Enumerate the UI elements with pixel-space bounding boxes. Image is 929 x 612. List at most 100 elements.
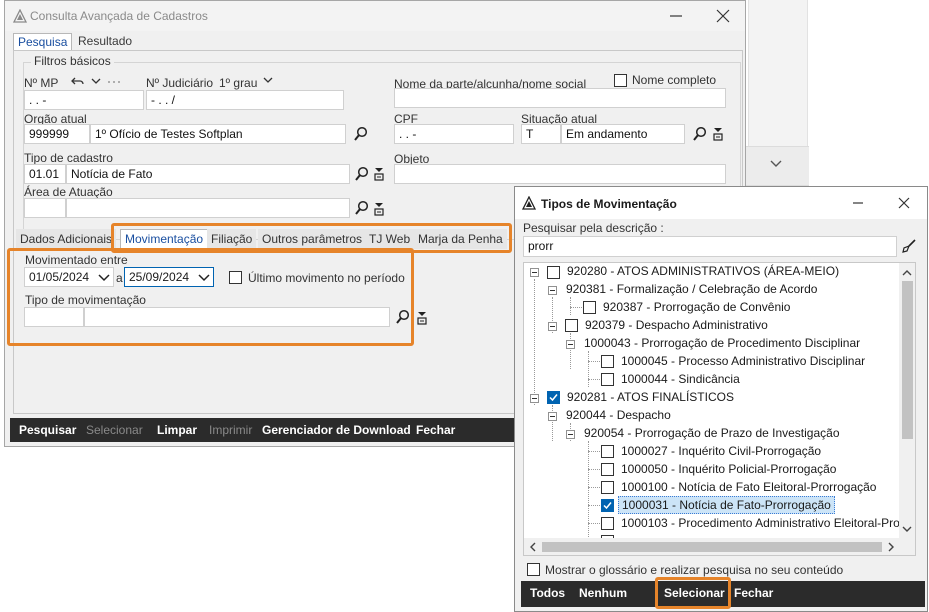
nr-mp-label: Nº MP bbox=[24, 76, 59, 90]
minimize-icon[interactable] bbox=[668, 8, 684, 24]
tab-pesquisa[interactable]: Pesquisa bbox=[13, 33, 73, 51]
tree-expander-icon[interactable] bbox=[548, 322, 557, 331]
gerenciador-download-button[interactable]: Gerenciador de Download bbox=[262, 423, 411, 437]
chevron-down-icon[interactable] bbox=[902, 523, 912, 533]
tree-expander-icon[interactable] bbox=[530, 268, 539, 277]
nenhum-button[interactable]: Nenhum bbox=[579, 586, 627, 600]
tree-checkbox[interactable] bbox=[565, 319, 578, 332]
tree-node[interactable]: 920281 - ATOS FINALÍSTICOS bbox=[567, 388, 734, 406]
movimentacao-tree[interactable]: 920280 - ATOS ADMINISTRATIVOS (ÁREA-MEIO… bbox=[523, 262, 916, 556]
todos-button[interactable]: Todos bbox=[530, 586, 565, 600]
brush-clear-icon[interactable] bbox=[901, 238, 917, 254]
tree-checkbox[interactable] bbox=[601, 517, 614, 530]
objeto-input[interactable] bbox=[394, 164, 726, 184]
tree-node[interactable]: 1000043 - Prorrogação de Procedimento Di… bbox=[584, 334, 860, 352]
tree-line bbox=[534, 279, 535, 405]
search-icon[interactable] bbox=[354, 166, 370, 182]
window-title: Consulta Avançada de Cadastros bbox=[30, 9, 208, 23]
tree-vertical-scrollbar[interactable] bbox=[899, 263, 915, 539]
imprimir-button[interactable]: Imprimir bbox=[209, 423, 252, 437]
fechar-button[interactable]: Fechar bbox=[734, 586, 773, 600]
limpar-button[interactable]: Limpar bbox=[157, 423, 197, 437]
more-icon[interactable] bbox=[106, 73, 122, 89]
filter-clear-icon[interactable] bbox=[372, 166, 388, 182]
tree-checkbox[interactable] bbox=[601, 355, 614, 368]
app-logo-icon bbox=[521, 195, 537, 210]
tree-checkbox[interactable] bbox=[583, 301, 596, 314]
nr-mp-input[interactable]: . . - bbox=[24, 90, 144, 110]
tree-expander-icon[interactable] bbox=[548, 286, 557, 295]
cpf-input[interactable]: . . - bbox=[394, 124, 514, 144]
tree-expander-icon[interactable] bbox=[566, 340, 575, 349]
search-icon[interactable] bbox=[354, 200, 370, 216]
tree-checkbox-checked[interactable] bbox=[547, 391, 560, 404]
tree-node-selected[interactable]: 1000031 - Notícia de Fato-Prorrogação bbox=[618, 496, 835, 514]
search-description-input[interactable]: prorr bbox=[523, 236, 897, 257]
grau-selector[interactable]: 1º grau bbox=[219, 76, 257, 90]
window-titlebar: Consulta Avançada de Cadastros bbox=[5, 1, 745, 31]
orgao-code-input[interactable]: 999999 bbox=[24, 124, 90, 144]
situacao-name-input[interactable]: Em andamento bbox=[561, 124, 685, 144]
filter-clear-icon[interactable] bbox=[415, 310, 431, 326]
tree-checkbox[interactable] bbox=[601, 463, 614, 476]
tipo-cadastro-name-input[interactable]: Notícia de Fato bbox=[66, 164, 350, 184]
search-icon[interactable] bbox=[692, 126, 708, 142]
tree-node[interactable]: 920054 - Prorrogação de Prazo de Investi… bbox=[584, 424, 840, 442]
tree-line bbox=[588, 351, 589, 387]
undo-icon[interactable] bbox=[70, 73, 86, 89]
tipo-cadastro-label: Tipo de cadastro bbox=[24, 151, 113, 165]
tree-checkbox[interactable] bbox=[601, 373, 614, 386]
scroll-thumb[interactable] bbox=[902, 281, 913, 439]
tree-node[interactable]: 1000100 - Notícia de Fato Eleitoral-Pror… bbox=[621, 478, 876, 496]
chevron-left-icon[interactable] bbox=[528, 541, 538, 552]
scroll-thumb[interactable] bbox=[542, 542, 882, 552]
tree-horizontal-scrollbar[interactable] bbox=[524, 538, 915, 555]
tab-resultado[interactable]: Resultado bbox=[74, 33, 136, 51]
area-atuacao-code-input[interactable] bbox=[24, 198, 66, 218]
tree-node[interactable]: 920379 - Despacho Administrativo bbox=[585, 316, 768, 334]
area-atuacao-name-input[interactable] bbox=[66, 198, 350, 218]
filter-clear-icon[interactable] bbox=[711, 126, 727, 142]
chevron-down-icon[interactable] bbox=[88, 73, 104, 89]
situacao-code-input[interactable]: T bbox=[521, 124, 561, 144]
close-icon[interactable] bbox=[715, 8, 731, 24]
dialog-titlebar: Tipos de Movimentação bbox=[515, 187, 927, 219]
nome-completo-checkbox[interactable] bbox=[614, 74, 627, 87]
tree-checkbox[interactable] bbox=[547, 266, 560, 279]
tree-line bbox=[588, 505, 600, 506]
filter-clear-icon[interactable] bbox=[372, 201, 388, 217]
close-icon[interactable] bbox=[896, 195, 912, 211]
tree-node[interactable]: 1000045 - Processo Administrativo Discip… bbox=[621, 352, 865, 370]
tree-node[interactable]: 1000044 - Sindicância bbox=[621, 370, 740, 388]
nr-judiciario-input[interactable]: - . . / bbox=[146, 90, 344, 110]
tree-node[interactable]: 920044 - Despacho bbox=[566, 406, 671, 424]
nome-parte-input[interactable] bbox=[394, 88, 726, 108]
orgao-name-input[interactable]: 1º Ofício de Testes Softplan bbox=[90, 124, 346, 144]
tree-node[interactable]: 920280 - ATOS ADMINISTRATIVOS (ÁREA-MEIO… bbox=[567, 263, 839, 280]
tree-expander-icon[interactable] bbox=[566, 430, 575, 439]
fechar-button[interactable]: Fechar bbox=[416, 423, 455, 437]
tree-node[interactable]: 1000050 - Inquérito Policial-Prorrogação bbox=[621, 460, 836, 478]
minimize-icon[interactable] bbox=[850, 195, 866, 211]
tree-checkbox-checked[interactable] bbox=[601, 499, 614, 512]
chevron-right-icon[interactable] bbox=[886, 541, 896, 552]
tree-node[interactable]: 920387 - Prorrogação de Convênio bbox=[603, 298, 790, 316]
tree-line bbox=[588, 451, 600, 452]
chevron-down-icon[interactable] bbox=[260, 72, 276, 88]
search-icon[interactable] bbox=[353, 126, 369, 142]
tree-node[interactable]: 1000103 - Procedimento Administrativo El… bbox=[621, 514, 914, 532]
tree-line bbox=[570, 307, 582, 308]
subtab-dados-adicionais[interactable]: Dados Adicionais bbox=[16, 229, 117, 249]
tipo-cadastro-code-input[interactable]: 01.01 bbox=[24, 164, 66, 184]
tree-checkbox[interactable] bbox=[601, 445, 614, 458]
chevron-down-icon[interactable] bbox=[769, 158, 783, 172]
tree-node[interactable]: 920381 - Formalização / Celebração de Ac… bbox=[566, 280, 817, 298]
chevron-up-icon[interactable] bbox=[902, 267, 912, 277]
pesquisar-button[interactable]: Pesquisar bbox=[19, 423, 76, 437]
tree-expander-icon[interactable] bbox=[548, 412, 557, 421]
tree-expander-icon[interactable] bbox=[530, 394, 539, 403]
glossario-checkbox[interactable] bbox=[527, 563, 540, 576]
selecionar-button[interactable]: Selecionar bbox=[86, 423, 143, 437]
tree-node[interactable]: 1000027 - Inquérito Civil-Prorrogação bbox=[621, 442, 821, 460]
tree-checkbox[interactable] bbox=[601, 481, 614, 494]
